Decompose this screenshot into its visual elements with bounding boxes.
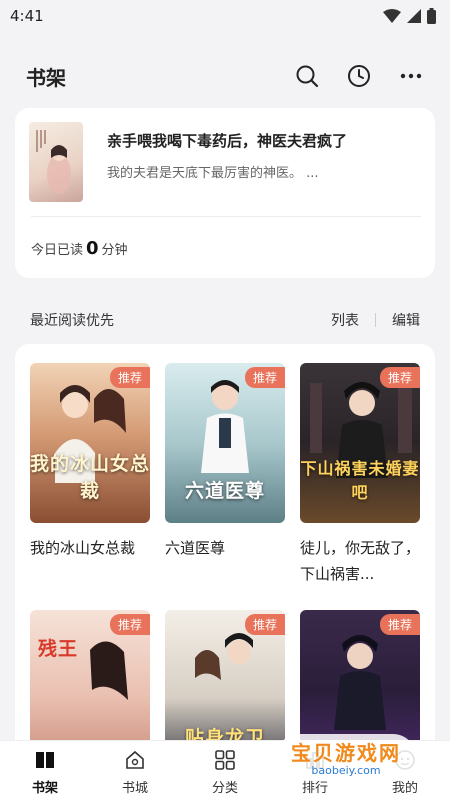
watermark-url: baobeiy.com — [311, 764, 381, 777]
book-item[interactable]: 推荐 我的冰山女总裁 我的冰山女总裁 — [30, 363, 150, 561]
search-button[interactable] — [294, 63, 320, 89]
tab-label: 我的 — [391, 781, 418, 796]
divider — [31, 216, 421, 217]
tab-bookshelf[interactable]: 书架 — [0, 741, 90, 800]
today-read-prefix: 今日已读 — [31, 243, 84, 258]
signal-icon — [407, 9, 421, 23]
cover-title: 残王 — [38, 638, 79, 660]
more-button[interactable] — [398, 63, 424, 89]
book-title[interactable]: 徒儿，你无敌了，下山祸害... — [300, 535, 420, 587]
shelf-section-header: 最近阅读优先 列表 编辑 — [0, 306, 450, 334]
watermark-logo: 宝贝游戏网 baobeiy.com — [276, 734, 416, 780]
recommend-badge: 推荐 — [379, 367, 420, 388]
header-actions — [294, 63, 424, 89]
watermark-text: 宝贝游戏网 — [291, 741, 401, 765]
history-icon — [348, 65, 370, 87]
tab-category[interactable]: 分类 — [180, 741, 270, 800]
recommend-badge: 推荐 — [109, 614, 150, 635]
tab-label: 分类 — [211, 781, 238, 796]
book-cover[interactable]: 推荐 六道医尊 — [165, 363, 285, 523]
page-title: 书架 — [26, 65, 66, 90]
cover-title: 下山祸害未婚妻吧 — [300, 459, 420, 502]
search-icon — [296, 65, 319, 88]
cover-illustration — [36, 130, 71, 194]
battery-icon — [427, 8, 436, 24]
cover-title: 我的冰山女总裁 — [30, 453, 150, 502]
more-icon — [400, 73, 422, 79]
history-button[interactable] — [346, 63, 372, 89]
bookstore-icon — [126, 750, 144, 769]
divider — [375, 313, 376, 327]
recommend-badge: 推荐 — [244, 614, 285, 635]
book-item[interactable]: 推荐 下山祸害未婚妻吧 徒儿，你无敌了，下山祸害... — [300, 363, 420, 587]
cover-title: 六道医尊 — [184, 480, 265, 502]
recent-reading-card[interactable]: 亲手喂我喝下毒药后，神医夫君疯了 我的夫君是天底下最厉害的神医。 ... 今日已… — [15, 108, 435, 278]
book-cover[interactable]: 推荐 下山祸害未婚妻吧 — [300, 363, 420, 523]
book-item[interactable]: 推荐 六道医尊 六道医尊 — [165, 363, 285, 561]
tab-label: 书城 — [121, 781, 148, 796]
today-read-minutes: 0 — [86, 238, 99, 259]
bookshelf-grid: 推荐 我的冰山女总裁 我的冰山女总裁 推荐 六道医尊 六道医尊 推荐 下山祸害未… — [15, 344, 435, 764]
list-view-button[interactable]: 列表 — [331, 310, 359, 330]
book-cover[interactable]: 推荐 我的冰山女总裁 — [30, 363, 150, 523]
recent-book-description: 我的夫君是天底下最厉害的神医。 ... — [107, 166, 319, 181]
category-icon — [215, 750, 235, 770]
recent-book-title[interactable]: 亲手喂我喝下毒药后，神医夫君疯了 — [107, 130, 347, 151]
wifi-icon — [383, 9, 401, 23]
recommend-badge: 推荐 — [379, 614, 420, 635]
tab-label: 书架 — [31, 781, 58, 796]
status-bar: 4:41 — [0, 0, 450, 32]
bookshelf-icon — [36, 752, 54, 768]
today-reading-stat: 今日已读 0 分钟 — [31, 238, 128, 259]
book-title[interactable]: 六道医尊 — [165, 535, 285, 561]
status-icons — [383, 8, 436, 24]
book-title[interactable]: 我的冰山女总裁 — [30, 535, 150, 561]
sort-label[interactable]: 最近阅读优先 — [30, 310, 331, 330]
recent-book-cover[interactable] — [29, 122, 83, 202]
view-controls: 列表 编辑 — [331, 310, 420, 330]
tab-bookstore[interactable]: 书城 — [90, 741, 180, 800]
recommend-badge: 推荐 — [244, 367, 285, 388]
header: 书架 — [0, 56, 450, 96]
recommend-badge: 推荐 — [109, 367, 150, 388]
today-read-suffix: 分钟 — [101, 243, 128, 258]
edit-button[interactable]: 编辑 — [392, 310, 420, 330]
status-time: 4:41 — [10, 7, 44, 25]
